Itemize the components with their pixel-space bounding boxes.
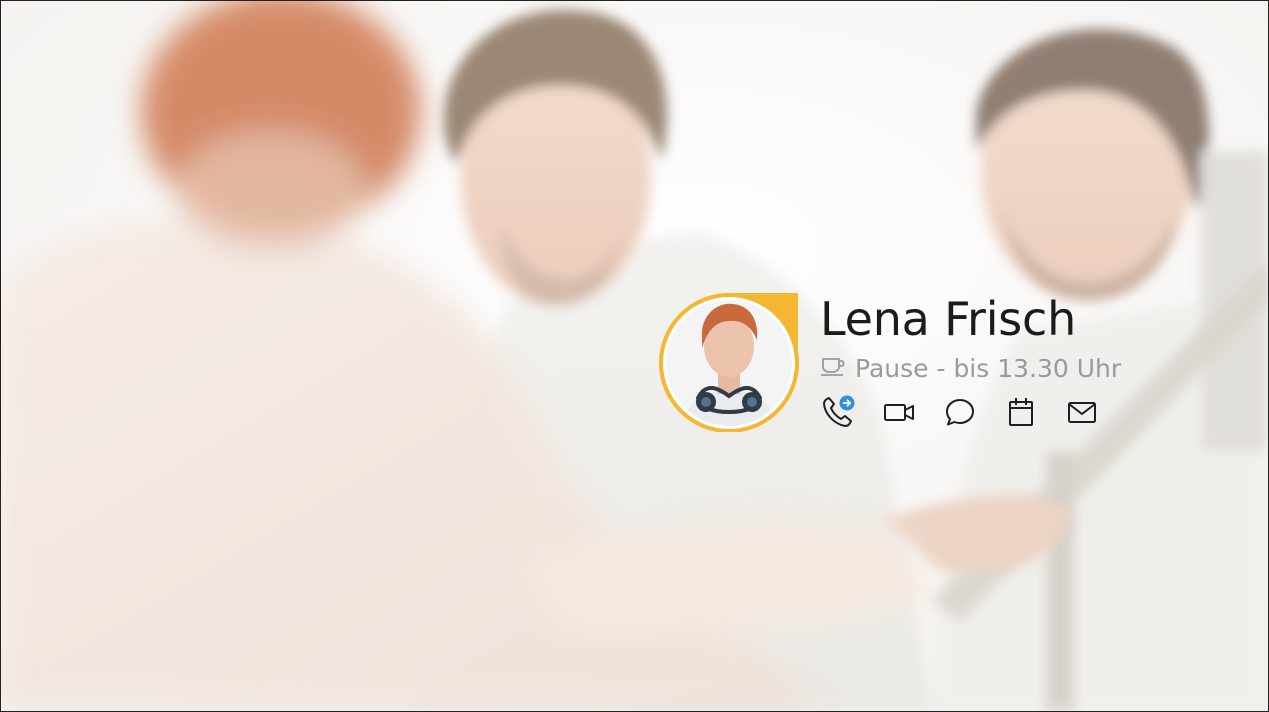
coffee-cup-icon	[821, 356, 847, 380]
presence-status: Pause - bis 13.30 Uhr	[821, 351, 1121, 385]
contact-actions	[821, 395, 1099, 433]
contact-card[interactable]: Lena Frisch Pause - bis 13.30 Uhr	[658, 288, 1198, 438]
status-text: Pause - bis 13.30 Uhr	[855, 353, 1122, 383]
chat-icon	[943, 395, 977, 433]
chat-button[interactable]	[943, 397, 977, 431]
mail-icon	[1065, 395, 1099, 433]
calendar-button[interactable]	[1004, 397, 1038, 431]
video-icon	[882, 395, 916, 433]
contact-name: Lena Frisch	[820, 292, 1077, 346]
calendar-icon	[1004, 395, 1038, 433]
avatar[interactable]	[658, 290, 800, 433]
video-call-button[interactable]	[882, 397, 916, 431]
email-button[interactable]	[1065, 397, 1099, 431]
call-button[interactable]	[821, 395, 855, 433]
phone-forward-icon	[821, 395, 855, 433]
screen: Lena Frisch Pause - bis 13.30 Uhr	[0, 0, 1269, 712]
